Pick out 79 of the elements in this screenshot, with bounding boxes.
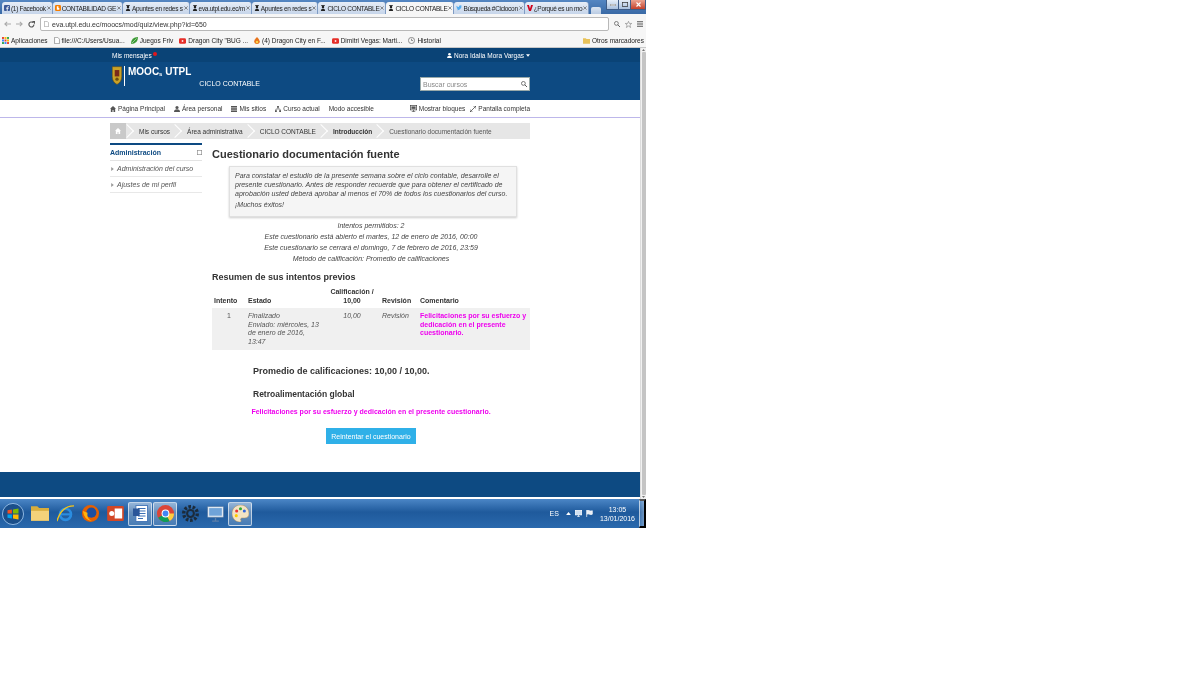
minimize-button[interactable] [606,0,618,10]
globe-icon [81,505,99,522]
slides-icon [106,506,124,521]
folder-icon [582,37,590,44]
close-button[interactable] [630,0,646,10]
expand-icon [470,105,477,112]
search-icon[interactable] [521,81,527,87]
section-heading: Resumen de sus intentos previos [212,272,357,283]
house-icon [115,128,121,134]
search-icon[interactable] [614,21,620,27]
taskbar-button[interactable] [153,501,177,526]
monitor-icon[interactable] [574,510,582,517]
taskbar-button[interactable] [228,501,252,526]
close-icon[interactable] [448,6,453,10]
maximize-button[interactable] [618,0,630,10]
letter-tile-icon [54,5,61,11]
leaf-icon [130,37,138,44]
stack-icon [231,105,238,112]
flame-icon [254,37,261,44]
monitor-icon [206,505,224,522]
taskbar-button[interactable] [128,501,152,526]
site-logo[interactable]: MOOC$_{s}$ UTPL [128,66,192,80]
minimize-icon [609,3,616,6]
triangle-icon [111,182,114,187]
triangle-icon [111,166,114,171]
person-icon [388,5,395,11]
close-icon[interactable] [583,6,588,10]
grid-icon [2,37,9,44]
person-icon [191,5,198,11]
show-desktop-button[interactable] [639,499,646,528]
person-icon [253,5,260,11]
forward-arrow-icon[interactable] [16,21,23,27]
ring-logo-icon [156,505,174,522]
monitor-icon [409,105,417,112]
maximize-icon [621,2,628,7]
close-icon[interactable] [312,6,317,10]
close-icon[interactable] [245,6,250,10]
f-square-icon [4,5,10,11]
page-icon [53,37,60,44]
v-mark-icon [526,5,533,11]
reload-icon[interactable] [28,20,35,28]
person-icon [124,5,131,11]
folder-icon [31,506,49,521]
close-icon [635,2,641,7]
palette-icon [231,505,249,522]
new-tab-button[interactable] [591,7,602,14]
close-icon[interactable] [46,6,51,10]
arrow-up-icon[interactable] [642,49,645,51]
play-icon [331,37,339,44]
close-icon[interactable] [183,6,188,10]
e-globe-icon [56,505,74,522]
arrow-down-icon[interactable] [642,496,645,498]
start-orb-icon[interactable] [2,502,24,525]
gear-icon [181,505,199,522]
close-icon[interactable] [518,6,523,10]
clock-icon [408,37,416,44]
star-icon[interactable] [625,20,632,28]
caret-icon [526,53,530,57]
house-icon [110,105,116,112]
close-icon[interactable] [116,6,121,10]
flag-icon[interactable] [585,510,593,517]
person-icon [174,105,180,112]
caret-up-icon[interactable] [565,512,571,515]
document-icon [132,505,148,522]
bird-icon [456,5,463,11]
scrollbar[interactable] [640,48,646,499]
person-icon [320,5,327,11]
section-heading: Retroalimentación global [253,389,356,399]
crest-icon [112,66,122,85]
grade-average: Promedio de calificaciones: 10,00 / 10,00. [253,366,431,377]
menu-icon[interactable] [637,21,643,27]
play-icon [179,37,187,44]
page-icon [44,21,49,27]
notification-dot-icon [152,51,157,56]
sitemap-icon [275,105,282,112]
page-title: Cuestionario documentación fuente [212,148,401,161]
person-icon [447,52,453,58]
back-arrow-icon[interactable] [4,21,11,27]
close-icon[interactable] [380,6,385,10]
